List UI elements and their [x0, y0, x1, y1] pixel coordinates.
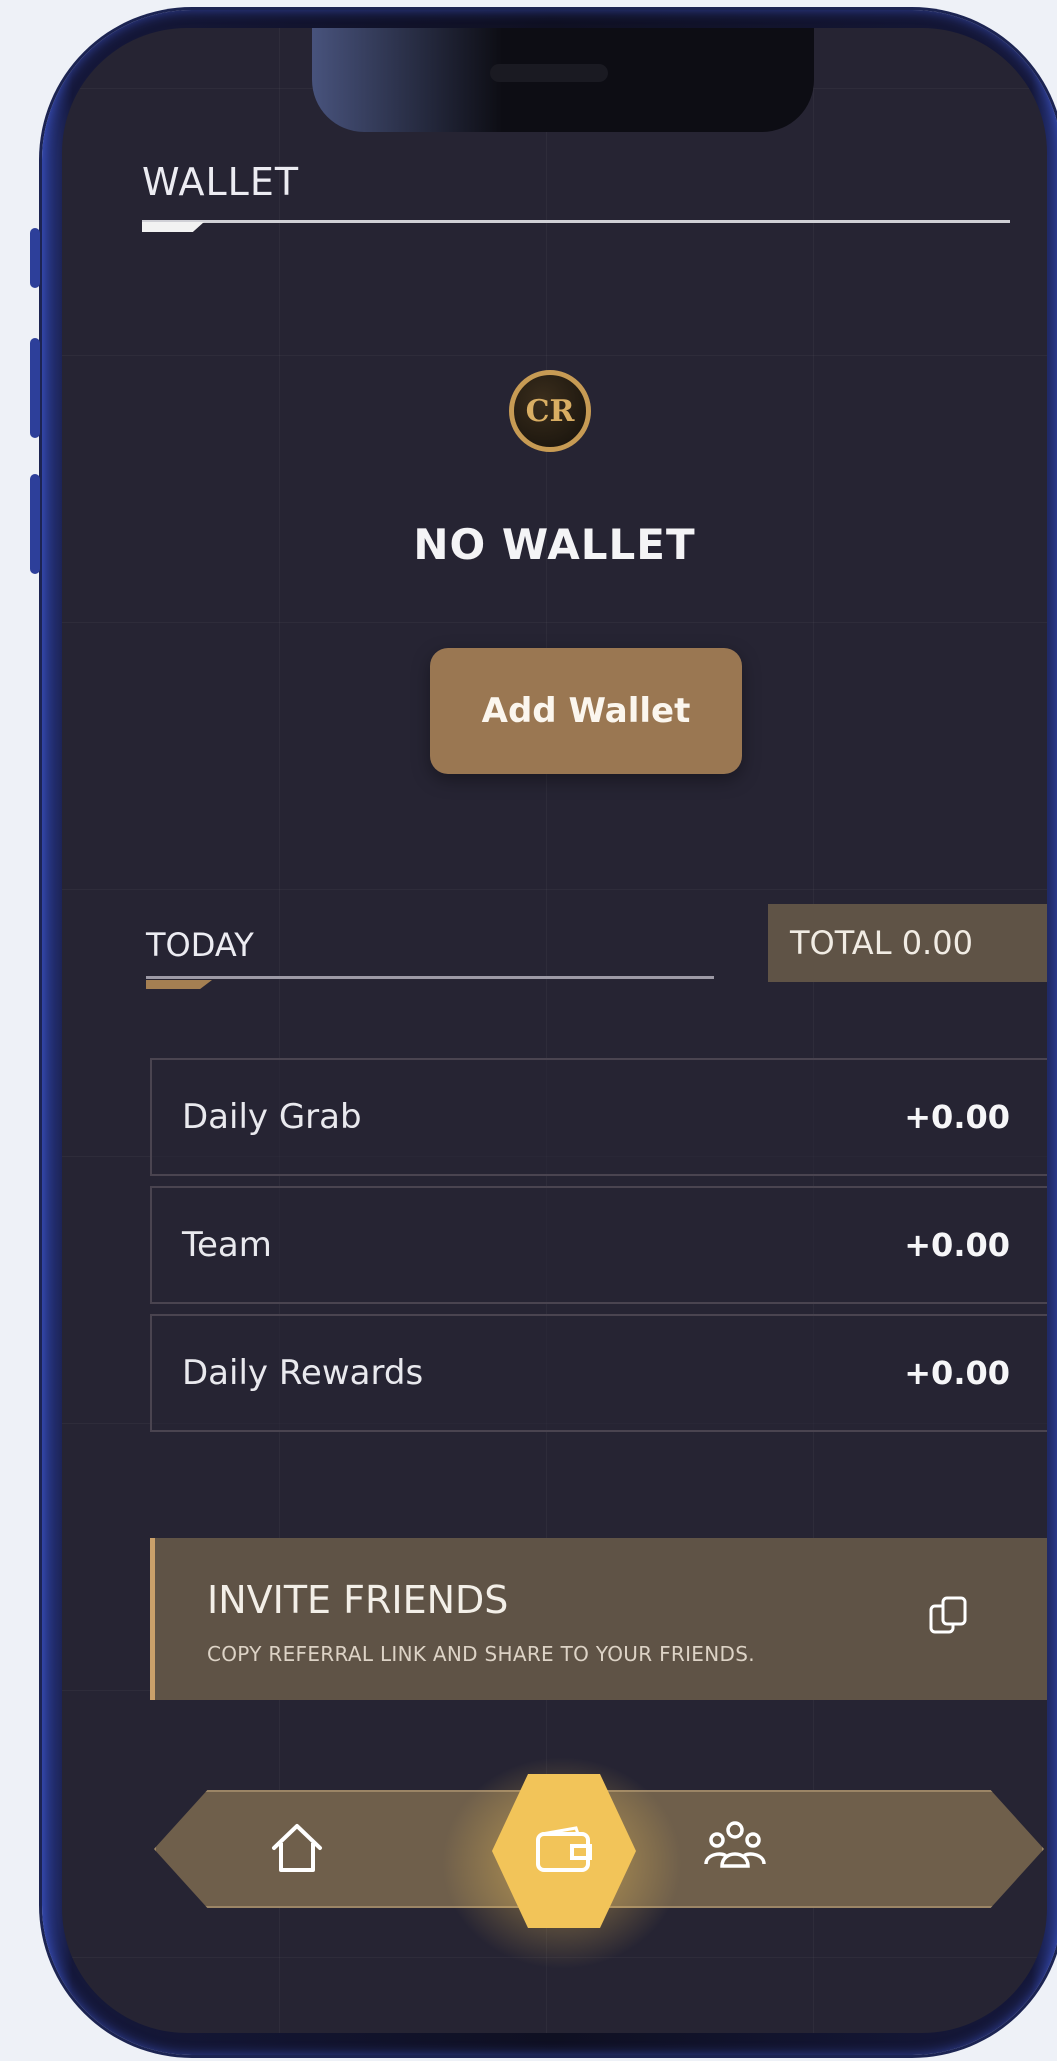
invite-subtitle: COPY REFERRAL LINK AND SHARE TO YOUR FRI… — [207, 1642, 755, 1666]
add-wallet-button[interactable]: Add Wallet — [430, 648, 742, 774]
earnings-row-value: +0.00 — [904, 1098, 1010, 1136]
app-screen: WALLET CR NO WALLET Add Wallet TODAY TOT… — [62, 28, 1047, 2033]
earnings-row-label: Daily Grab — [182, 1097, 362, 1137]
total-badge: TOTAL 0.00 — [768, 904, 1047, 982]
logo-text: CR — [525, 393, 575, 429]
notch-reflection — [312, 28, 502, 132]
phone-side-button — [30, 474, 40, 574]
invite-friends-card[interactable]: INVITE FRIENDS COPY REFERRAL LINK AND SH… — [150, 1538, 1047, 1700]
header-divider — [142, 220, 1010, 223]
wallet-status: NO WALLET — [413, 520, 696, 569]
wallet-icon — [536, 1826, 592, 1872]
invite-title: INVITE FRIENDS — [207, 1578, 509, 1622]
header-accent — [142, 222, 204, 232]
earnings-row-label: Team — [182, 1225, 272, 1265]
page-title: WALLET — [142, 160, 300, 204]
today-tab-indicator — [146, 980, 212, 989]
earnings-row-label: Daily Rewards — [182, 1353, 424, 1393]
tab-today[interactable]: TODAY — [146, 926, 254, 964]
earnings-row: Team +0.00 — [150, 1186, 1047, 1304]
earnings-row-value: +0.00 — [904, 1354, 1010, 1392]
today-divider — [146, 976, 714, 979]
earnings-row: Daily Rewards +0.00 — [150, 1314, 1047, 1432]
earnings-row-value: +0.00 — [904, 1226, 1010, 1264]
home-icon[interactable] — [262, 1814, 332, 1884]
earnings-row: Daily Grab +0.00 — [150, 1058, 1047, 1176]
app-logo: CR — [509, 370, 591, 452]
team-icon[interactable] — [700, 1810, 770, 1880]
phone-side-button — [30, 228, 40, 288]
speaker-grille — [490, 64, 608, 82]
copy-icon[interactable] — [925, 1592, 975, 1642]
phone-side-button — [30, 338, 40, 438]
phone-notch — [312, 28, 814, 132]
